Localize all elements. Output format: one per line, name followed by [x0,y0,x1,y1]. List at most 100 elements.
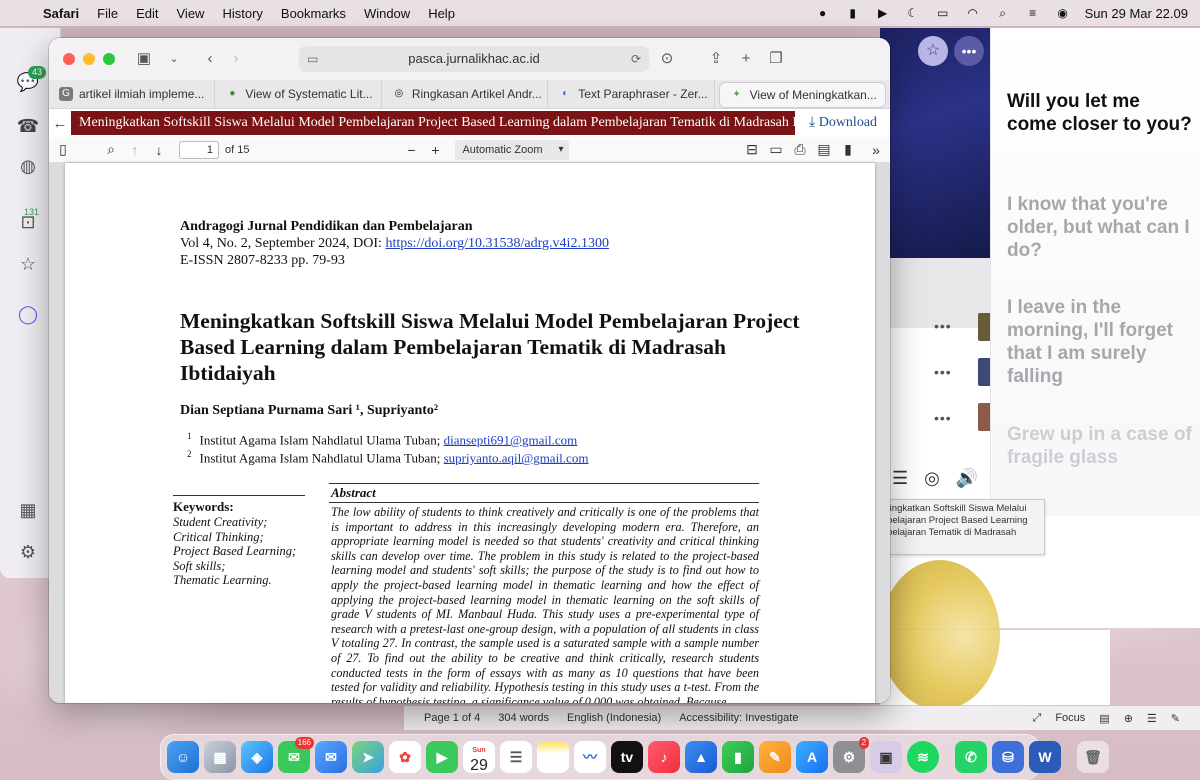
previous-page-icon[interactable]: ↑ [123,142,147,158]
save-icon[interactable]: ▤ [812,141,836,158]
copilot-icon[interactable]: ◯ [14,300,42,328]
pdf-sidebar-toggle-icon[interactable]: ▯ [51,141,75,158]
row-more-icon[interactable]: ••• [934,410,952,426]
download-button[interactable]: ⤓ Download [809,115,877,131]
pdf-viewer[interactable]: Andragogi Jurnal Pendidikan dan Pembelaj… [49,163,890,703]
downloads-icon[interactable]: ⊙ [654,46,680,72]
word-icon[interactable]: W [1029,741,1061,773]
menu-bookmarks[interactable]: Bookmarks [272,6,355,21]
whatsapp-icon[interactable]: ✆ [955,741,987,773]
finder-icon[interactable]: ☺ [167,741,199,773]
volume-icon[interactable]: 🔊 [956,468,978,489]
zoom-select[interactable]: Automatic Zoom ▾ [455,139,570,160]
control-center-icon[interactable]: ≡ [1025,6,1041,20]
menubar-datetime[interactable]: Sun 29 Mar 22.09 [1085,6,1188,21]
tab-2[interactable]: ◎ Ringkasan Artikel Andr... [382,80,549,108]
reminders-icon[interactable]: ☰ [500,741,532,773]
calls-icon[interactable]: ☎ [14,112,42,140]
system-settings-icon[interactable]: ⚙ 2 [833,737,869,773]
email-link[interactable]: supriyanto.aqil@gmail.com [444,450,589,465]
record-icon[interactable]: ● [815,6,831,20]
search-icon[interactable]: ⌕ [995,6,1011,20]
tab-4-active[interactable]: ✦ View of Meningkatkan... [718,82,887,108]
open-file-icon[interactable]: ▭ [764,141,788,158]
doi-link[interactable]: https://doi.org/10.31538/adrg.v4i2.1300 [385,236,609,251]
wifi-icon[interactable]: ◠ [965,6,981,20]
tools-menu-icon[interactable]: » [864,142,888,158]
web-layout-icon[interactable]: ⊕ [1124,712,1133,725]
maps-icon[interactable]: ➤ [352,741,384,773]
forward-icon[interactable]: › [223,46,249,72]
calendar-icon[interactable]: Sun 29 [463,741,495,774]
draft-icon[interactable]: ✎ [1171,712,1180,725]
print-icon[interactable]: ⎙ [788,141,812,158]
page-number-input[interactable]: 1 [179,140,219,159]
preview-icon[interactable]: ▣ [870,741,902,773]
more-options-icon[interactable]: ••• [954,36,984,66]
tab-0[interactable]: G artikel ilmiah impleme... [49,80,216,108]
back-icon[interactable]: ‹ [197,46,223,72]
music-icon[interactable]: ♪ [648,741,680,773]
presentation-icon[interactable]: ⊟ [740,141,764,158]
siri-icon[interactable]: ◉ [1055,6,1071,20]
notes-icon[interactable] [537,741,569,773]
messages-icon[interactable]: ✉ 166 [278,737,314,773]
media-icon[interactable]: ▦ [14,496,42,524]
zoom-in-icon[interactable]: + [423,142,447,158]
zoom-out-icon[interactable]: − [399,142,423,158]
word-word-count[interactable]: 304 words [498,712,549,724]
next-page-icon[interactable]: ↓ [147,142,171,158]
pdf-find-icon[interactable]: ⌕ [99,141,123,158]
tab-3[interactable]: ◐ Text Paraphraser - Zer... [548,80,715,108]
print-layout-icon[interactable]: ▤ [1099,712,1109,725]
tab-1[interactable]: ● View of Systematic Lit... [215,80,382,108]
menu-history[interactable]: History [213,6,271,21]
freeform-icon[interactable]: 〰 [574,741,606,773]
appletv-icon[interactable]: tv [611,741,643,773]
bookmark-icon[interactable]: ▮ [836,141,860,158]
menu-window[interactable]: Window [355,6,419,21]
airplay-icon[interactable]: ◎ [924,468,940,489]
focus-icon[interactable]: ⤢ [1033,712,1042,725]
menu-view[interactable]: View [168,6,214,21]
share-icon[interactable]: ⇪ [703,46,729,72]
word-focus[interactable]: Focus [1055,712,1085,724]
email-link[interactable]: diansepti691@gmail.com [444,432,578,447]
outline-icon[interactable]: ☰ [1147,712,1157,725]
menu-edit[interactable]: Edit [127,6,167,21]
keynote-icon[interactable]: ▲ [685,741,717,773]
safari-icon[interactable]: ◈ [241,741,273,773]
play-icon[interactable]: ▶ [875,6,891,20]
mail-icon[interactable]: ✉ [315,741,347,773]
sidebar-toggle-icon[interactable]: ▣ [131,46,157,72]
menu-file[interactable]: File [88,6,127,21]
favorite-star-icon[interactable]: ☆ [918,36,948,66]
pages-icon[interactable]: ✎ [759,741,791,773]
new-tab-icon[interactable]: + [733,46,759,72]
trash-icon[interactable]: 🗑 [1077,741,1109,773]
app-status-icon[interactable]: ▮ [845,6,861,20]
launchpad-icon[interactable]: ▦ [204,741,236,773]
queue-icon[interactable]: ☰ [892,468,908,489]
page-settings-icon[interactable]: ▭ [307,46,318,72]
menu-help[interactable]: Help [419,6,464,21]
word-language[interactable]: English (Indonesia) [567,712,661,724]
minimize-window-button[interactable] [83,53,95,65]
star-icon[interactable]: ☆ [14,250,42,278]
spotify-icon[interactable]: ≋ [907,741,939,773]
word-accessibility[interactable]: Accessibility: Investigate [679,712,798,724]
zoom-window-button[interactable] [103,53,115,65]
tab-overview-icon[interactable]: ❐ [763,46,789,72]
row-more-icon[interactable]: ••• [934,318,952,334]
appstore-icon[interactable]: A [796,741,828,773]
menu-app-name[interactable]: Safari [34,6,88,21]
translate-reload-icon[interactable]: ⟳ [631,46,641,72]
battery-icon[interactable]: ▭ [935,6,951,20]
word-page-count[interactable]: Page 1 of 4 [424,712,480,724]
back-arrow-icon[interactable]: ← [49,115,71,132]
storage-app-icon[interactable]: ⛁ [992,741,1024,773]
close-window-button[interactable] [63,53,75,65]
row-more-icon[interactable]: ••• [934,364,952,380]
settings-icon[interactable]: ⚙ [14,538,42,566]
moon-icon[interactable]: ☾ [905,6,921,20]
